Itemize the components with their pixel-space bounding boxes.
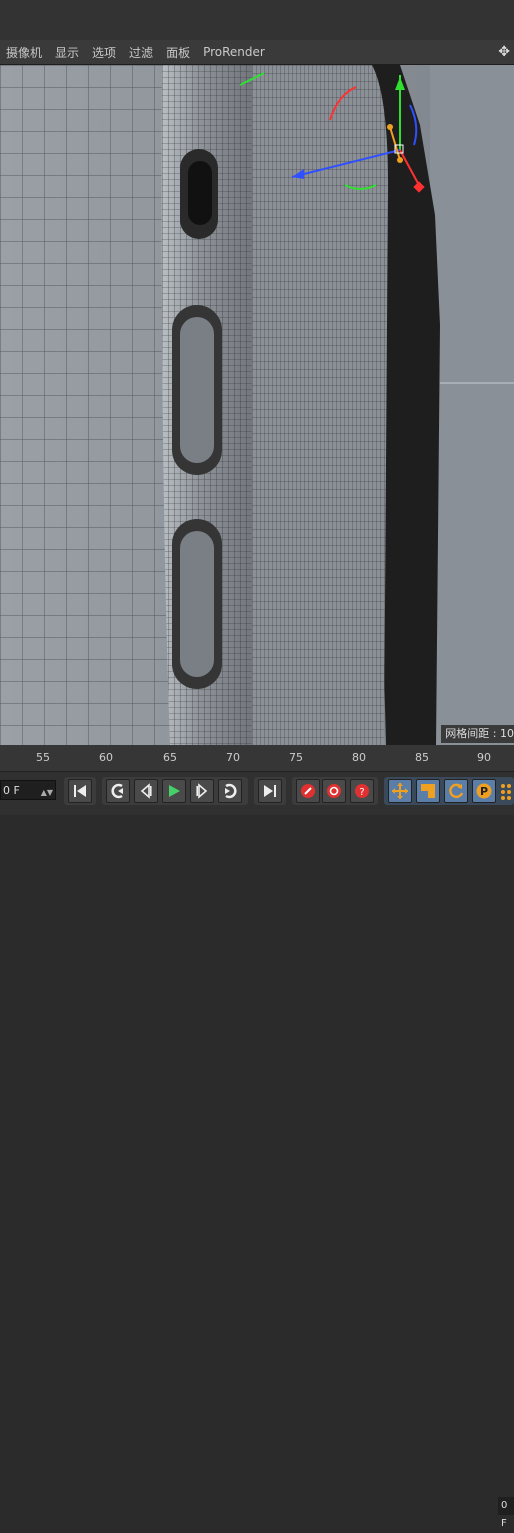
- scale-key-button[interactable]: [416, 779, 440, 803]
- next-frame-icon: [196, 783, 208, 799]
- menu-filter[interactable]: 过滤: [129, 44, 153, 61]
- timeline-tick: 90: [477, 751, 491, 764]
- timeline-tick: 75: [289, 751, 303, 764]
- stepper-arrows-icon[interactable]: ▲▼: [41, 783, 53, 803]
- menu-camera[interactable]: 摄像机: [6, 44, 42, 61]
- viewport-move-icon[interactable]: ✥: [498, 44, 510, 60]
- play-button[interactable]: [162, 779, 186, 803]
- menu-display[interactable]: 显示: [55, 44, 79, 61]
- play-icon: [169, 785, 180, 797]
- position-key-button[interactable]: [388, 779, 412, 803]
- timeline-tick: 70: [226, 751, 240, 764]
- svg-text:P: P: [480, 785, 488, 798]
- autokey-button[interactable]: [322, 779, 346, 803]
- timeline-tick: 85: [415, 751, 429, 764]
- menu-options[interactable]: 选项: [92, 44, 116, 61]
- prev-key-icon: [111, 783, 123, 799]
- record-key-icon: [301, 784, 315, 798]
- 3d-viewport[interactable]: 网格间距 : 10: [0, 65, 514, 745]
- pla-key-icon[interactable]: [499, 781, 514, 803]
- move-icon: [392, 783, 408, 799]
- current-frame-value: 0 F: [3, 784, 20, 797]
- playback-controls: 0 F ▲▼ ? P: [0, 772, 514, 815]
- timeline-current-frame[interactable]: 0 F: [498, 1497, 514, 1529]
- title-bar: [0, 0, 514, 41]
- goto-end-icon: [264, 785, 276, 797]
- timeline-ruler[interactable]: 55 60 65 70 75 80 85 90 0 F: [0, 745, 514, 1529]
- timeline-tick: 80: [352, 751, 366, 764]
- next-key-button[interactable]: [218, 779, 242, 803]
- rotate-icon: [449, 783, 464, 799]
- menu-panel[interactable]: 面板: [166, 44, 190, 61]
- current-frame-field[interactable]: 0 F ▲▼: [0, 780, 56, 800]
- rotation-key-button[interactable]: [444, 779, 468, 803]
- autokey-icon: [327, 784, 341, 798]
- prev-frame-icon: [140, 783, 152, 799]
- prev-key-button[interactable]: [106, 779, 130, 803]
- scale-icon: [421, 784, 435, 798]
- viewport-menubar: 摄像机 显示 选项 过滤 面板 ProRender: [0, 40, 514, 65]
- grid-spacing-label: 网格间距 : 10: [441, 725, 514, 743]
- timeline-tick: 60: [99, 751, 113, 764]
- parameter-icon: P: [476, 783, 492, 799]
- prev-frame-button[interactable]: [134, 779, 158, 803]
- goto-start-icon: [74, 785, 86, 797]
- parameter-key-button[interactable]: P: [472, 779, 496, 803]
- help-icon: ?: [355, 784, 369, 798]
- viewport-render: [0, 65, 514, 745]
- menu-prorender[interactable]: ProRender: [203, 45, 265, 59]
- timeline-tick: 65: [163, 751, 177, 764]
- timeline-tick: 55: [36, 751, 50, 764]
- next-key-icon: [225, 783, 237, 799]
- next-frame-button[interactable]: [190, 779, 214, 803]
- goto-start-button[interactable]: [68, 779, 92, 803]
- keyframe-selection-button[interactable]: ?: [350, 779, 374, 803]
- goto-end-button[interactable]: [258, 779, 282, 803]
- record-button[interactable]: [296, 779, 320, 803]
- svg-text:?: ?: [359, 787, 364, 798]
